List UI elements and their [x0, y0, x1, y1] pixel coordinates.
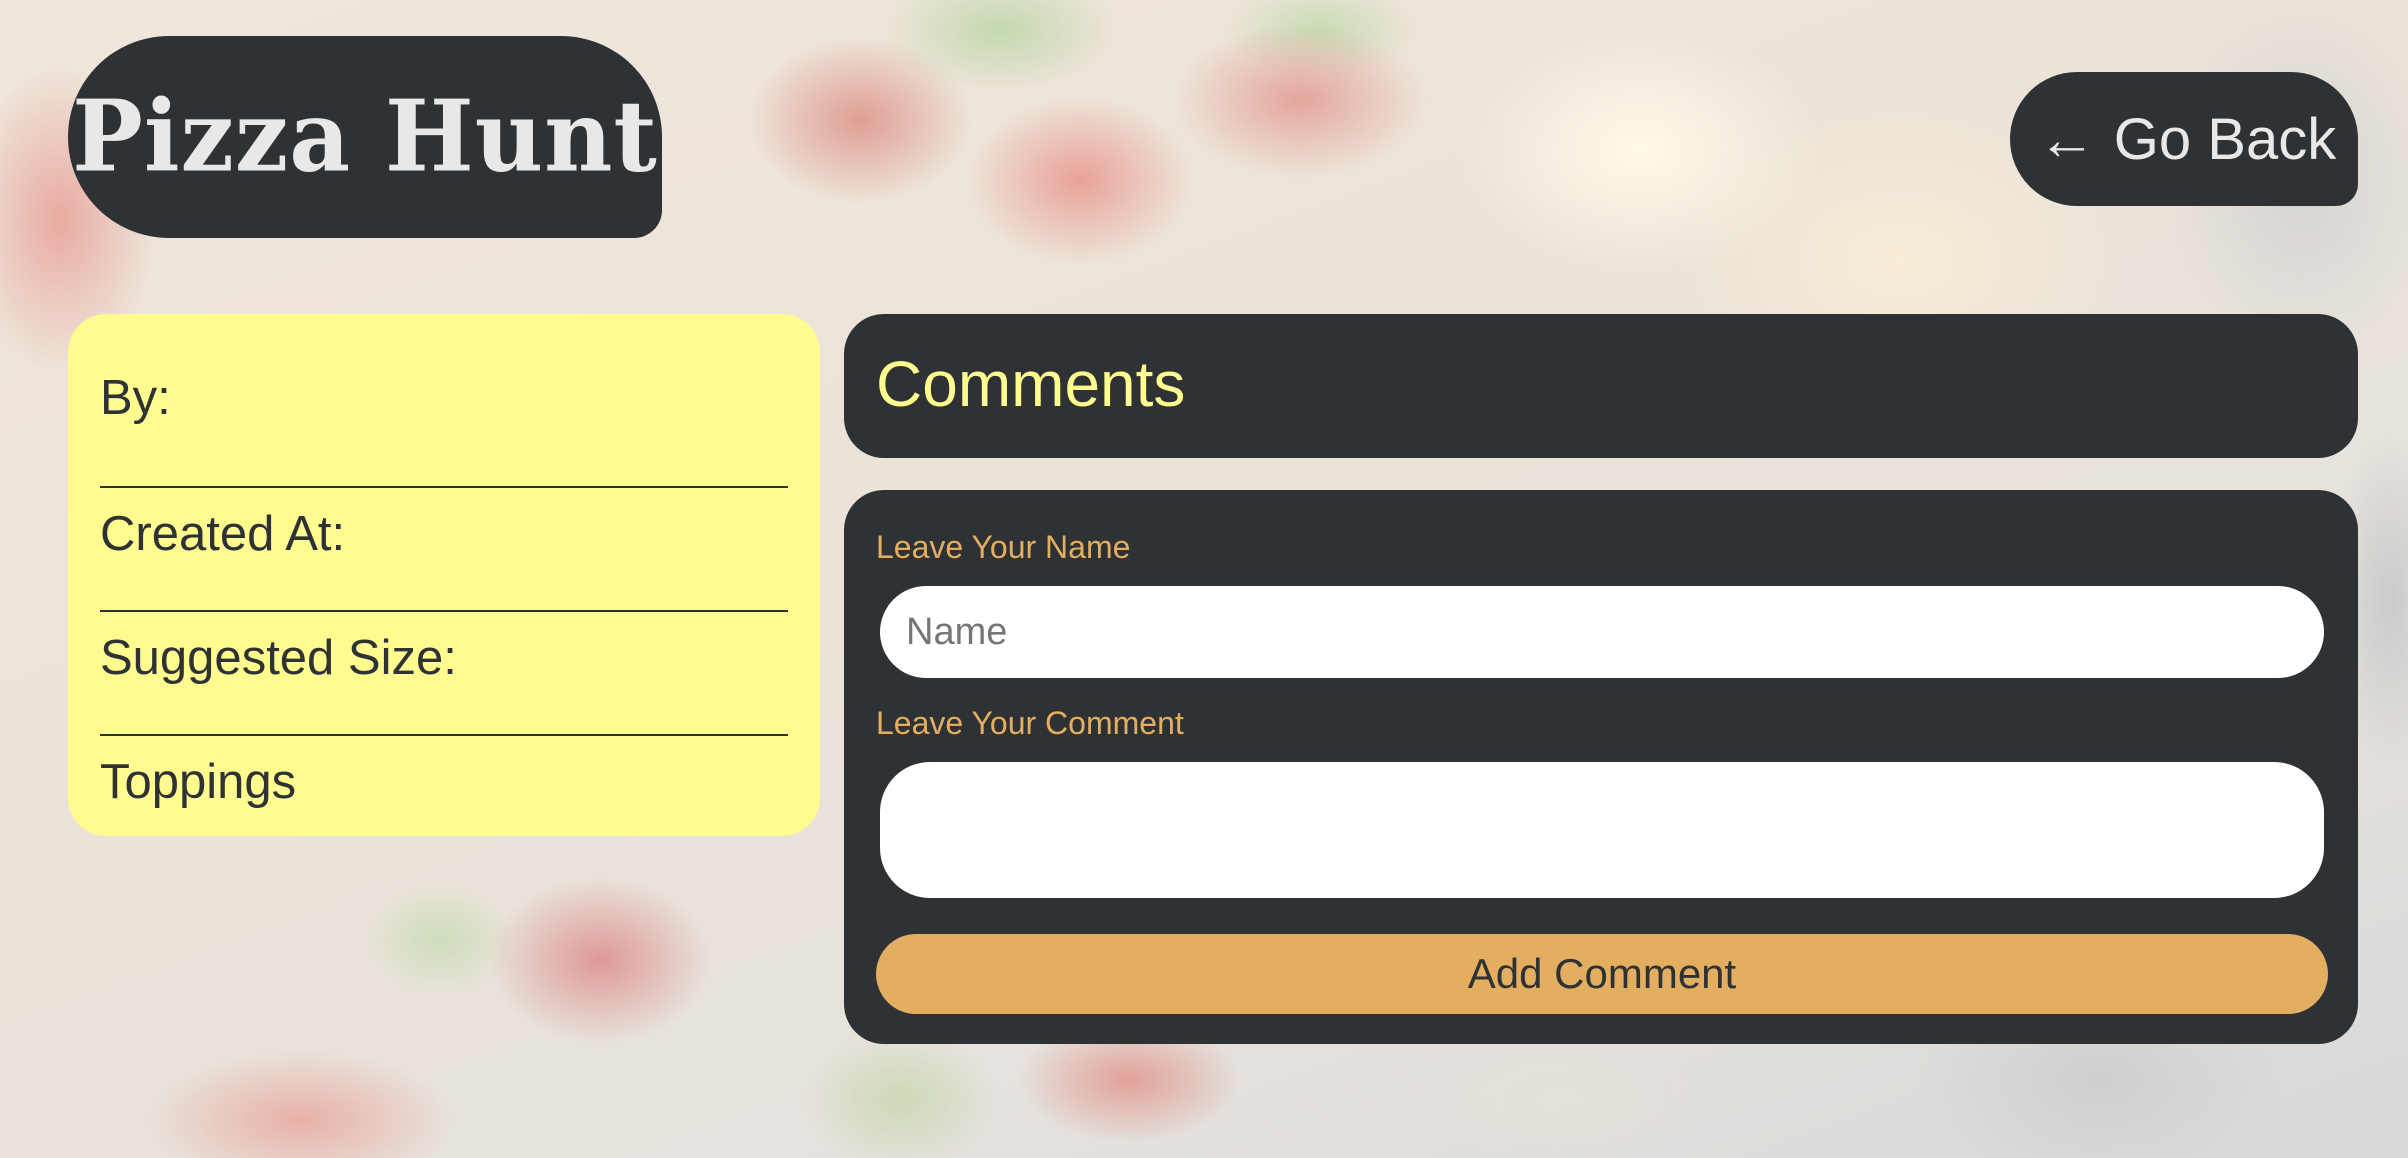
info-label-created-at: Created At:: [100, 507, 346, 561]
info-label-by: By:: [100, 371, 171, 425]
site-logo[interactable]: Pizza Hunt: [68, 36, 662, 238]
comments-header: Comments: [844, 314, 2358, 458]
info-row-created-at: Created At:: [100, 488, 788, 612]
left-arrow-icon: ←: [2037, 106, 2096, 172]
info-row-suggested-size: Suggested Size:: [100, 612, 788, 736]
comments-title: Comments: [876, 348, 1186, 420]
info-label-toppings: Toppings: [100, 755, 297, 809]
comment-field-label: Leave Your Comment: [876, 705, 1184, 741]
name-input[interactable]: [880, 586, 2324, 678]
name-field-label: Leave Your Name: [876, 529, 1131, 565]
logo-text: Pizza Hunt: [72, 79, 658, 195]
add-comment-button[interactable]: Add Comment: [876, 934, 2328, 1014]
go-back-label: Go Back: [2113, 106, 2337, 172]
go-back-button[interactable]: ← Go Back: [2010, 72, 2358, 206]
comment-form: Leave Your Name Leave Your Comment Add C…: [844, 490, 2358, 1044]
info-label-suggested-size: Suggested Size:: [100, 631, 457, 685]
pizza-info-card: By: Created At: Suggested Size: Toppings: [68, 314, 820, 836]
info-row-by: By:: [100, 354, 788, 488]
info-row-toppings: Toppings: [100, 736, 788, 860]
comment-textarea[interactable]: [880, 762, 2324, 898]
